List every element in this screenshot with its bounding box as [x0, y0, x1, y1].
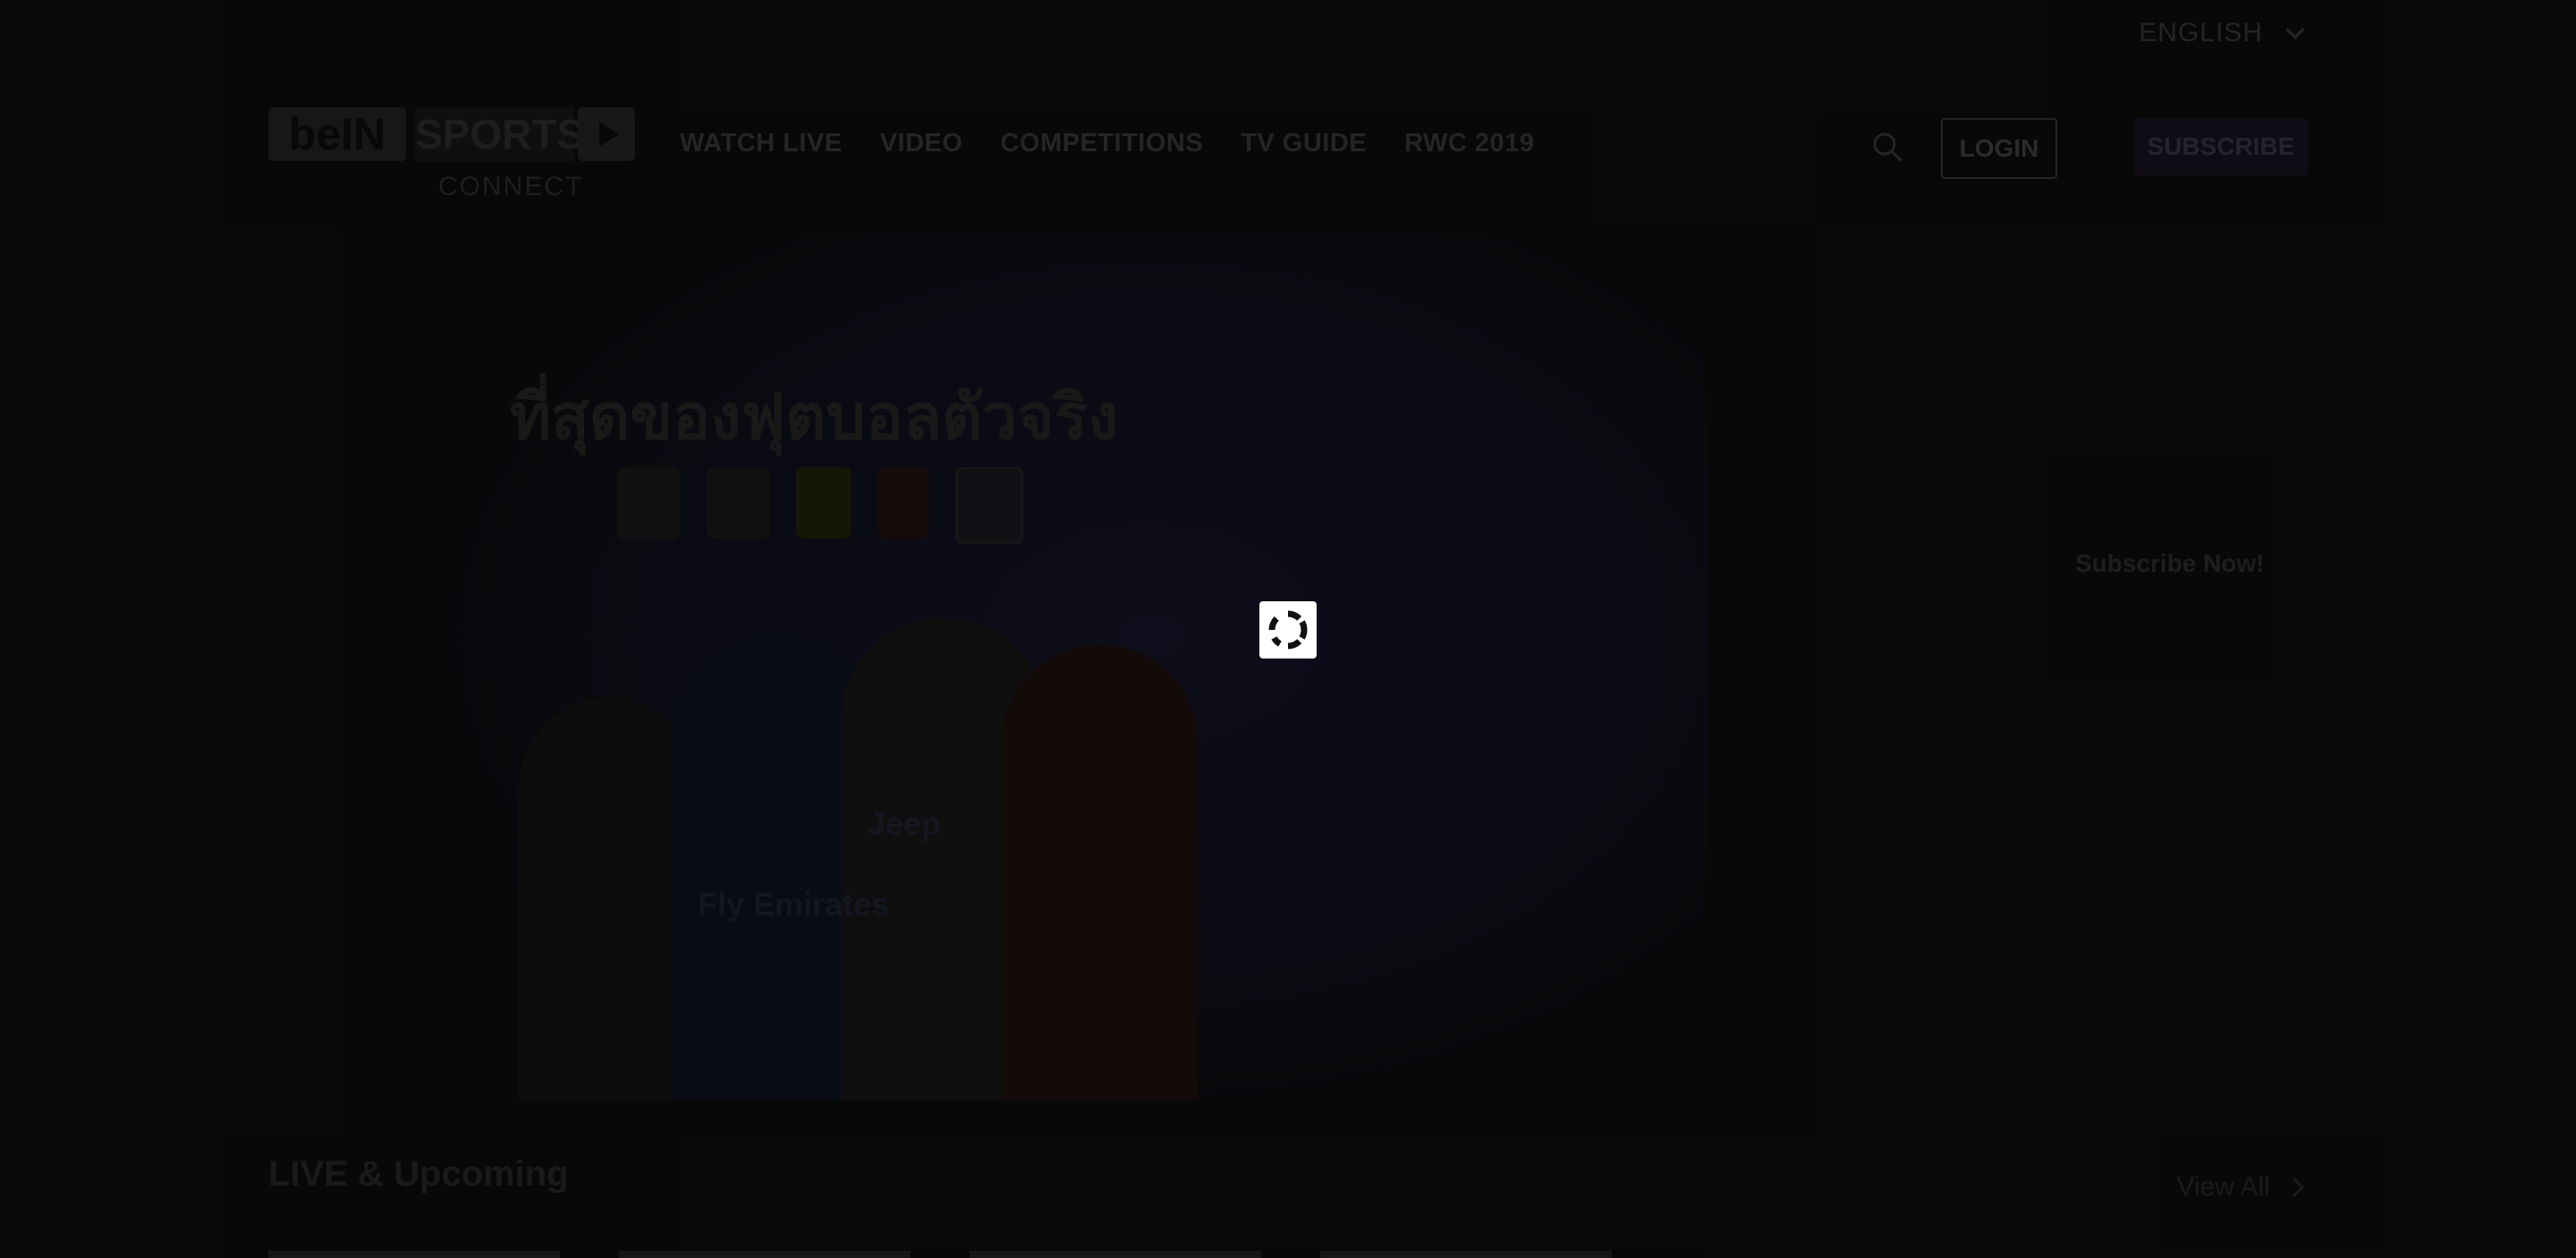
loading-spinner-icon — [1268, 610, 1308, 650]
page: ENGLISH beIN SPORTS CONNECT WATCH LIVE V… — [0, 0, 2576, 1258]
loading-spinner — [1259, 601, 1317, 659]
